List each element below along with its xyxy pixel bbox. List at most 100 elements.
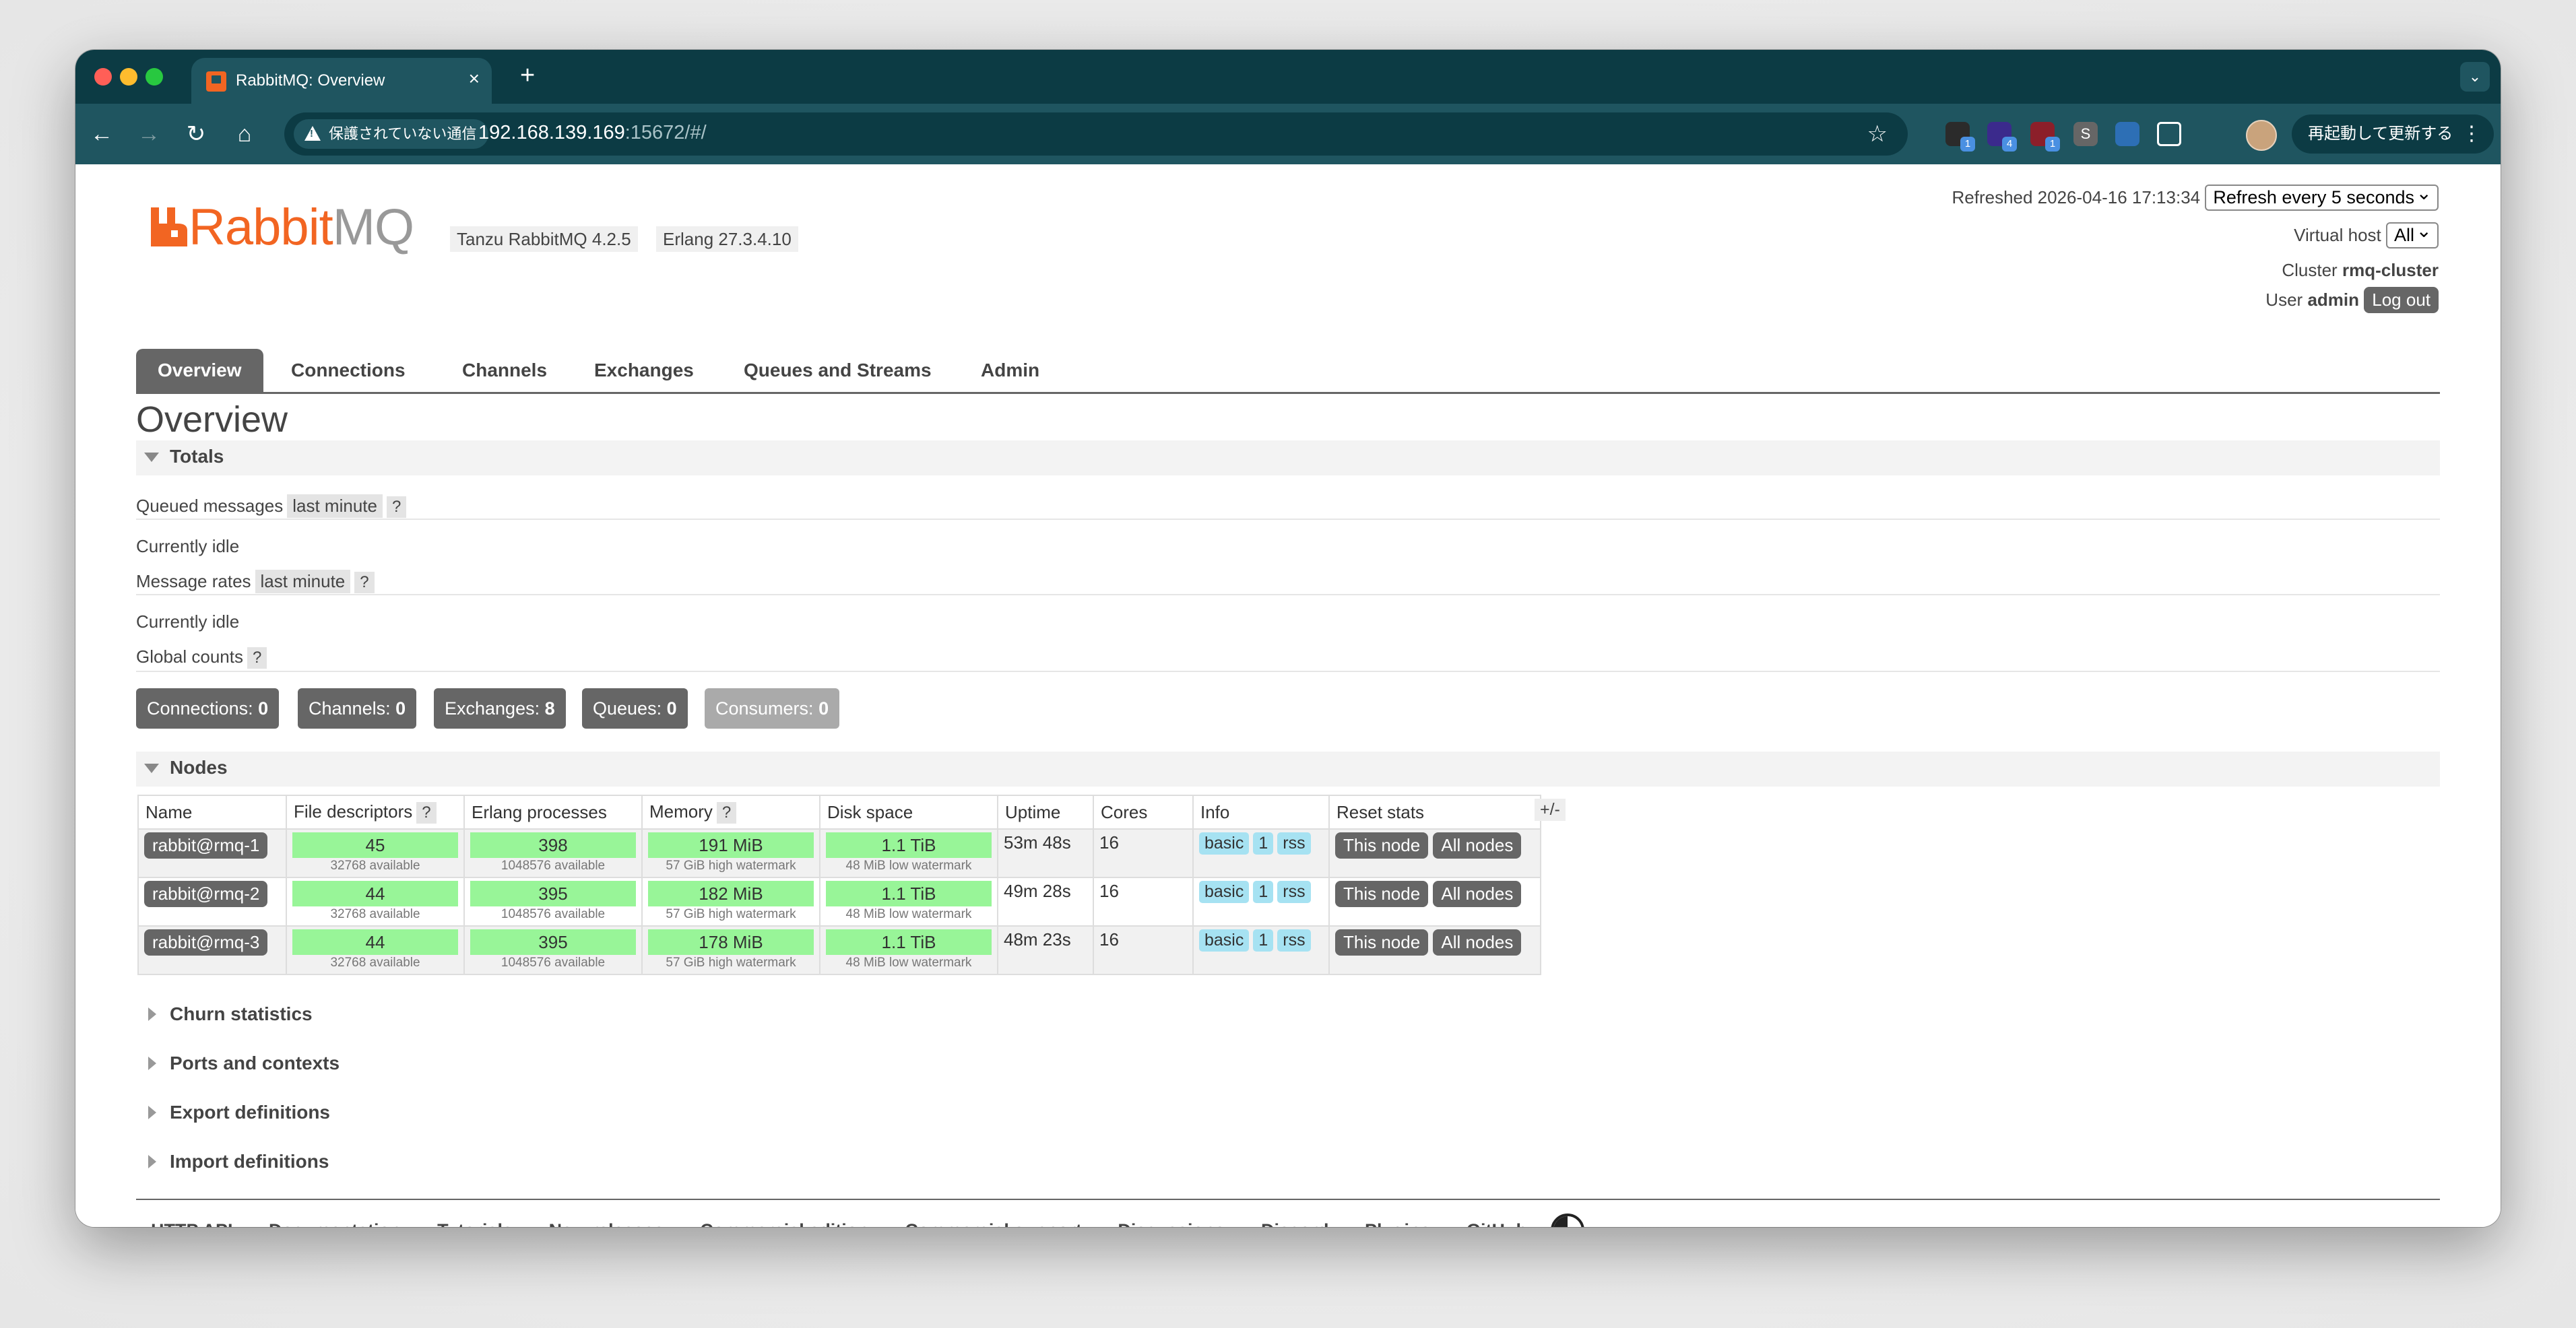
queued-messages-row: Queued messages last minute? <box>136 494 407 518</box>
queued-range-chip[interactable]: last minute <box>287 494 383 518</box>
disk-cell: 1.1 TiB 48 MiB low watermark <box>819 877 998 927</box>
divider <box>136 519 2440 520</box>
extension-s-icon[interactable]: S <box>2073 122 2098 146</box>
collapsed-triangle-icon <box>148 1057 156 1070</box>
totals-title: Totals <box>170 446 224 467</box>
minimize-window-button[interactable] <box>120 68 137 86</box>
footer-link-commercial-edition[interactable]: Commercial edition <box>700 1220 869 1227</box>
col-file-descriptors: File descriptors? <box>286 795 465 830</box>
profile-avatar[interactable] <box>2246 120 2277 151</box>
extensions-puzzle-icon[interactable] <box>2157 122 2181 146</box>
tab-overview[interactable]: Overview <box>136 349 263 392</box>
relaunch-label: 再起動して更新する <box>2308 125 2453 143</box>
reset-this-node-button[interactable]: This node <box>1335 929 1429 956</box>
expanded-triangle-icon <box>144 453 159 462</box>
tab-queues-and-streams[interactable]: Queues and Streams <box>722 349 953 392</box>
global-help-button[interactable]: ? <box>247 647 267 669</box>
footer-link-commercial-support[interactable]: Commercial support <box>905 1220 1082 1227</box>
reset-cell: This node All nodes <box>1328 828 1541 878</box>
security-chip[interactable]: 保護されていない通信 <box>294 119 489 149</box>
close-window-button[interactable] <box>94 68 112 86</box>
queued-messages-label: Queued messages <box>136 496 284 516</box>
queues-count-button[interactable]: Queues: 0 <box>582 688 688 729</box>
zoom-window-button[interactable] <box>146 68 163 86</box>
consumers-count: 0 <box>818 698 829 719</box>
back-arrow-icon[interactable]: ← <box>85 117 119 151</box>
vhost-select[interactable]: All <box>2385 220 2439 248</box>
exchanges-count-button[interactable]: Exchanges: 8 <box>434 688 566 729</box>
extension-grid-icon[interactable] <box>2115 122 2139 146</box>
footer-link-tutorials[interactable]: Tutorials <box>437 1220 513 1227</box>
footer-link-discussions[interactable]: Discussions <box>1118 1220 1225 1227</box>
col-reset-stats: Reset stats <box>1328 795 1541 830</box>
consumers-count-button[interactable]: Consumers: 0 <box>705 688 840 729</box>
vhost-row: Virtual host All <box>2294 220 2439 248</box>
url-text[interactable]: 192.168.139.169:15672/#/ <box>478 122 707 144</box>
memory-help-button[interactable]: ? <box>716 801 737 824</box>
logout-button[interactable]: Log out <box>2364 287 2439 313</box>
relaunch-update-button[interactable]: 再起動して更新する ⋮ <box>2292 114 2494 154</box>
totals-section-toggle[interactable]: Totals <box>136 440 2440 475</box>
browser-tab-rabbitmq[interactable]: RabbitMQ: Overview × <box>191 58 492 104</box>
channels-count-button[interactable]: Channels: 0 <box>298 688 417 729</box>
tab-search-chevron-icon[interactable]: ⌄ <box>2460 62 2490 92</box>
bookmark-star-icon[interactable]: ☆ <box>1867 119 1888 149</box>
nodes-section-toggle[interactable]: Nodes <box>136 752 2440 787</box>
uptime-cell: 53m 48s <box>997 828 1094 878</box>
info-chip: 1 <box>1253 832 1274 855</box>
reset-all-nodes-button[interactable]: All nodes <box>1433 881 1522 907</box>
mem-watermark: 57 GiB high watermark <box>666 907 796 921</box>
node-link[interactable]: rabbit@rmq-1 <box>144 832 268 859</box>
fd-help-button[interactable]: ? <box>416 801 437 824</box>
node-link[interactable]: rabbit@rmq-2 <box>144 881 268 907</box>
new-tab-icon[interactable]: + <box>520 62 535 89</box>
refresh-interval-select[interactable]: Refresh every 5 seconds <box>2205 182 2439 211</box>
erlang-version: Erlang 27.3.4.10 <box>656 226 798 252</box>
node-link[interactable]: rabbit@rmq-3 <box>144 929 268 956</box>
nodes-title: Nodes <box>170 757 228 778</box>
footer-link-http-api[interactable]: HTTP API <box>151 1220 233 1227</box>
home-icon[interactable]: ⌂ <box>228 117 261 151</box>
tab-channels[interactable]: Channels <box>441 349 569 392</box>
cores-cell: 16 <box>1093 877 1194 927</box>
rabbitmq-logo[interactable]: RabbitMQ TM <box>151 201 504 255</box>
theme-contrast-toggle-icon[interactable] <box>1551 1214 1584 1227</box>
col-erlang-processes: Erlang processes <box>463 795 643 830</box>
tab-exchanges[interactable]: Exchanges <box>573 349 715 392</box>
footer-link-new-releases[interactable]: New releases <box>549 1220 664 1227</box>
fd-available: 32768 available <box>330 956 420 970</box>
address-bar[interactable]: 保護されていない通信 192.168.139.169:15672/#/ ☆ <box>284 112 1908 156</box>
rates-help-button[interactable]: ? <box>354 572 375 593</box>
forward-arrow-icon[interactable]: → <box>132 117 166 151</box>
user-label: User <box>2265 290 2303 310</box>
footer-link-documentation[interactable]: Documentation <box>269 1220 401 1227</box>
extension-2-icon[interactable]: 4 <box>1987 122 2017 152</box>
tab-admin[interactable]: Admin <box>959 349 1061 392</box>
fd-bar: 45 <box>292 832 458 858</box>
reload-icon[interactable]: ↻ <box>179 117 213 151</box>
expanded-triangle-icon <box>144 764 159 773</box>
reset-all-nodes-button[interactable]: All nodes <box>1433 832 1522 859</box>
reset-all-nodes-button[interactable]: All nodes <box>1433 929 1522 956</box>
table-header-row: Name File descriptors? Erlang processes … <box>137 795 1541 830</box>
rates-range-chip[interactable]: last minute <box>255 570 351 593</box>
browser-menu-icon[interactable]: ⋮ <box>2461 114 2482 154</box>
queued-help-button[interactable]: ? <box>386 496 407 518</box>
channels-count: 0 <box>395 698 406 719</box>
footer-link-discord[interactable]: Discord <box>1261 1220 1329 1227</box>
footer-link-plugins[interactable]: Plugins <box>1365 1220 1431 1227</box>
fd-cell: 44 32768 available <box>286 925 465 975</box>
tab-title: RabbitMQ: Overview <box>236 71 385 90</box>
global-counts-row: Global counts? <box>136 646 267 669</box>
tab-connections[interactable]: Connections <box>269 349 427 392</box>
extension-1-icon[interactable]: 1 <box>1945 122 1975 152</box>
info-chip: 1 <box>1253 929 1274 952</box>
divider <box>136 594 2440 595</box>
reset-this-node-button[interactable]: This node <box>1335 881 1429 907</box>
columns-toggle-button[interactable]: +/- <box>1535 799 1566 821</box>
extension-3-icon[interactable]: 1 <box>2030 122 2060 152</box>
connections-count-button[interactable]: Connections: 0 <box>136 688 280 729</box>
reset-this-node-button[interactable]: This node <box>1335 832 1429 859</box>
footer-link-github[interactable]: GitHub <box>1467 1220 1527 1227</box>
tab-close-icon[interactable]: × <box>469 69 480 89</box>
